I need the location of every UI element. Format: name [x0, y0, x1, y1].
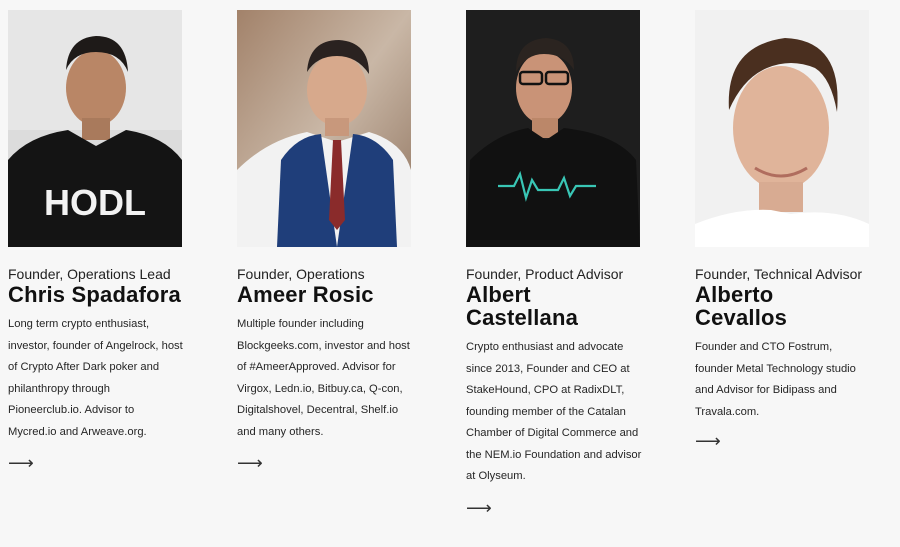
arrow-right-icon[interactable]: ⟶	[466, 499, 492, 517]
profile-photo: HODL	[8, 10, 182, 247]
member-name: Ameer Rosic	[237, 282, 374, 307]
arrow-right-icon[interactable]: ⟶	[695, 432, 721, 450]
profile-photo	[237, 10, 411, 247]
shirt-text: HODL	[44, 182, 146, 223]
member-role: Founder, Operations Lead	[8, 266, 171, 282]
team-card-albert-castellana: Founder, Product Advisor Albert Castella…	[466, 10, 642, 519]
arrow-right-icon[interactable]: ⟶	[8, 454, 34, 472]
member-bio: Founder and CTO Fostrum, founder Metal T…	[695, 341, 856, 418]
team-grid: HODL Founder, Operations Lead Chris Spad…	[0, 0, 900, 547]
member-bio: Long term crypto enthusiast, investor, f…	[8, 318, 183, 438]
profile-photo-illustration	[695, 10, 869, 247]
member-bio: Multiple founder including Blockgeeks.co…	[237, 318, 410, 438]
member-bio: Crypto enthusiast and advocate since 201…	[466, 341, 642, 482]
profile-photo	[695, 10, 869, 247]
profile-photo-illustration: HODL	[8, 10, 182, 247]
member-name: Alberto Cevallos	[695, 282, 788, 330]
member-name: Albert Castellana	[466, 282, 579, 330]
arrow-right-icon[interactable]: ⟶	[237, 454, 263, 472]
team-card-alberto-cevallos: Founder, Technical Advisor Alberto Ceval…	[695, 10, 871, 452]
profile-photo-illustration	[466, 10, 640, 247]
team-card-chris-spadafora: HODL Founder, Operations Lead Chris Spad…	[8, 10, 184, 474]
member-role: Founder, Operations	[237, 266, 365, 282]
profile-photo-illustration	[237, 10, 411, 247]
member-role: Founder, Product Advisor	[466, 266, 624, 282]
team-card-ameer-rosic: Founder, Operations Ameer Rosic Multiple…	[237, 10, 413, 474]
member-name: Chris Spadafora	[8, 282, 181, 307]
member-role: Founder, Technical Advisor	[695, 266, 863, 282]
profile-photo	[466, 10, 640, 247]
